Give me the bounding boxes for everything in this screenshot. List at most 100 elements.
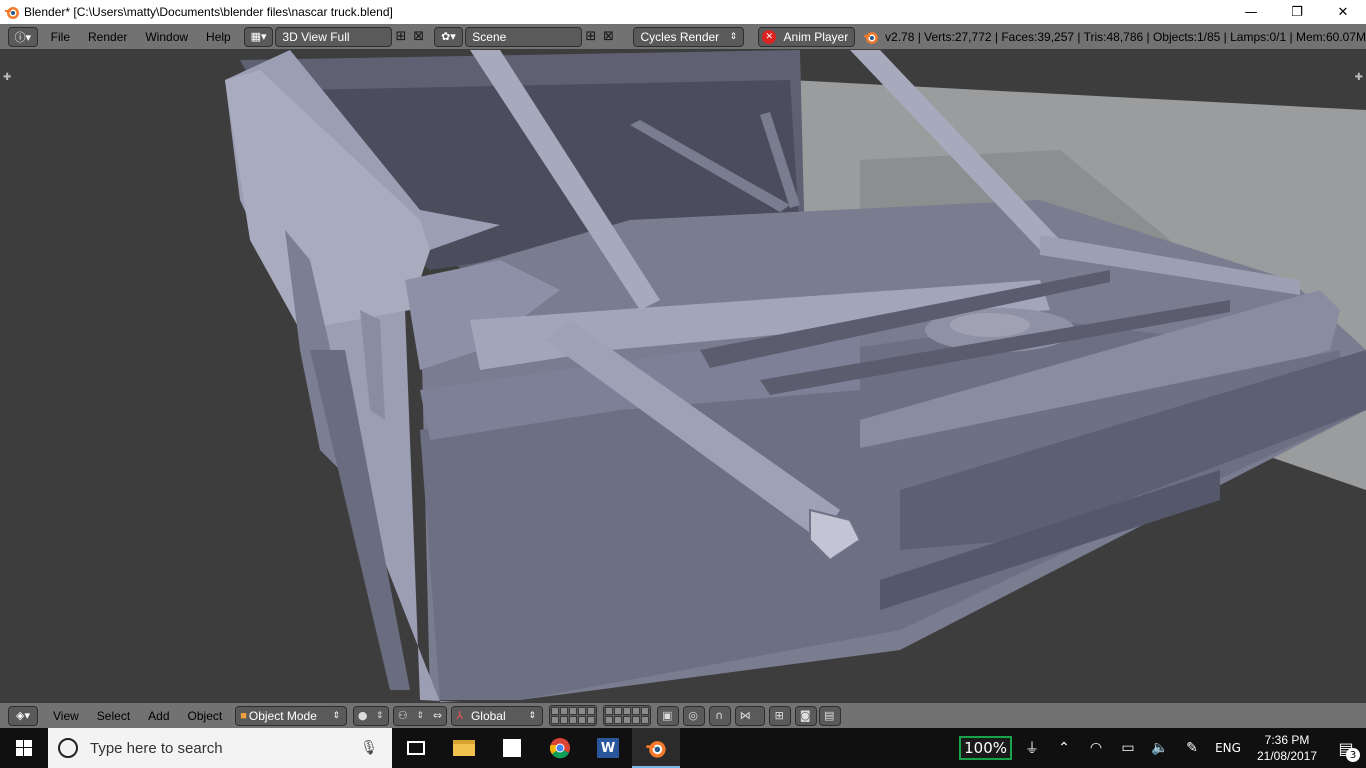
action-center-button[interactable]: ▤ 3 xyxy=(1326,728,1366,768)
volume-icon[interactable]: 🔈 xyxy=(1144,728,1176,768)
layer-button[interactable] xyxy=(569,707,578,715)
snap-element-dropdown[interactable]: ⋈ xyxy=(735,705,766,726)
menu-add[interactable]: Add xyxy=(139,709,178,723)
layer-button[interactable] xyxy=(641,707,650,715)
menu-window[interactable]: Window xyxy=(136,30,197,44)
layer-button[interactable] xyxy=(614,707,623,715)
layer-button[interactable] xyxy=(632,716,641,724)
transform-axis-icon: ⅄ xyxy=(456,710,463,722)
language-indicator[interactable]: ENG xyxy=(1208,728,1248,768)
info-header: ⓘ▾ File Render Window Help ▦▾ 3D View Fu… xyxy=(0,24,1366,50)
minimize-button[interactable]: — xyxy=(1228,0,1274,24)
layer-button[interactable] xyxy=(560,707,569,715)
lock-icon: ▣ xyxy=(662,709,673,722)
taskbar-search-box[interactable]: Type here to search 🎙 xyxy=(48,728,392,768)
layer-button[interactable] xyxy=(578,716,587,724)
dropdown-arrow-icon: ⇕ xyxy=(332,710,341,720)
battery-percentage[interactable]: 100% xyxy=(959,736,1012,760)
start-button[interactable] xyxy=(0,728,48,768)
screen-layout-field[interactable]: 3D View Full xyxy=(275,26,393,47)
pivot-icon: ⚇ xyxy=(397,709,408,722)
scene-field[interactable]: Scene xyxy=(465,26,582,47)
remove-screen-icon[interactable]: ⊠ xyxy=(410,28,428,46)
add-scene-icon[interactable]: ⊞ xyxy=(582,28,600,46)
scene-layers-group-2[interactable] xyxy=(603,705,652,726)
editor-type-button[interactable]: ⓘ▾ xyxy=(8,26,38,47)
blender-logo-icon xyxy=(864,31,879,44)
layer-button[interactable] xyxy=(560,716,569,724)
dropdown-arrow-icon: ⇕ xyxy=(729,31,738,41)
manipulator-icon[interactable]: ⇔ xyxy=(429,707,446,725)
taskbar-store[interactable] xyxy=(488,728,536,768)
object-mode-icon: ■ xyxy=(240,709,247,722)
menu-select[interactable]: Select xyxy=(88,709,139,723)
layer-button[interactable] xyxy=(551,716,560,724)
truck-mesh-render xyxy=(225,50,1366,702)
3d-viewport[interactable]: ✚ ✚ xyxy=(0,50,1366,702)
dropdown-arrow-icon: ⇕ xyxy=(375,710,384,721)
render-engine-dropdown[interactable]: Cycles Render ⇕ xyxy=(633,26,745,47)
task-view-icon xyxy=(407,741,425,755)
viewport-corner-icon[interactable]: ✚ xyxy=(1355,72,1363,83)
layer-button[interactable] xyxy=(614,716,623,724)
add-screen-icon[interactable]: ⊞ xyxy=(392,28,410,46)
layer-button[interactable] xyxy=(632,707,641,715)
window-titlebar: Blender* [C:\Users\matty\Documents\blend… xyxy=(0,0,1366,24)
viewport-shading-dropdown[interactable]: ● ⇕ xyxy=(353,705,390,726)
blender-logo-icon xyxy=(646,741,666,758)
wifi-icon[interactable]: ◠ xyxy=(1080,728,1112,768)
layer-button[interactable] xyxy=(623,707,632,715)
task-view-button[interactable] xyxy=(392,728,440,768)
snap-toggle-button[interactable]: ∩ xyxy=(709,705,732,726)
taskbar-word[interactable]: W xyxy=(584,728,632,768)
microphone-icon[interactable]: 🎙 xyxy=(360,740,378,756)
taskbar-blender[interactable] xyxy=(632,728,680,768)
menu-file[interactable]: File xyxy=(42,30,79,44)
proportional-edit-button[interactable]: ◎ xyxy=(683,705,706,726)
transform-orientation-dropdown[interactable]: ⅄ Global ⇕ xyxy=(451,705,544,726)
taskbar-chrome[interactable] xyxy=(536,728,584,768)
menu-render[interactable]: Render xyxy=(79,30,136,44)
layer-button[interactable] xyxy=(551,707,560,715)
clock[interactable]: 7:36 PM 21/08/2017 xyxy=(1248,732,1326,764)
restore-button[interactable]: ❐ xyxy=(1274,0,1320,24)
layer-button[interactable] xyxy=(587,707,596,715)
show-hidden-icons-chevron-icon[interactable]: ⌃ xyxy=(1048,728,1080,768)
snap-target-button[interactable]: ⊞ xyxy=(769,705,792,726)
windows-logo-icon xyxy=(16,740,32,756)
clock-date: 21/08/2017 xyxy=(1256,749,1318,763)
taskbar-file-explorer[interactable] xyxy=(440,728,488,768)
layer-button[interactable] xyxy=(569,716,578,724)
3d-view-header: ◈▾ View Select Add Object ■ Object Mode … xyxy=(0,702,1366,728)
scene-layers-group-1[interactable] xyxy=(549,705,598,726)
pen-icon[interactable]: ✎ xyxy=(1176,728,1208,768)
power-plug-icon[interactable]: ⏚ xyxy=(1016,728,1048,768)
pivot-point-dropdown[interactable]: ⚇ ⇕ ⇔ xyxy=(393,705,448,726)
scene-icon: ✿▾ xyxy=(441,30,456,43)
editor-type-button[interactable]: ◈▾ xyxy=(8,705,38,726)
menu-object[interactable]: Object xyxy=(179,709,232,723)
layer-button[interactable] xyxy=(578,707,587,715)
battery-icon[interactable]: ▭ xyxy=(1112,728,1144,768)
close-button[interactable]: ✕ xyxy=(1320,0,1366,24)
remove-scene-icon[interactable]: ⊠ xyxy=(600,28,618,46)
layer-button[interactable] xyxy=(641,716,650,724)
blender-logo-icon xyxy=(5,7,19,19)
layer-button[interactable] xyxy=(605,707,614,715)
render-opengl-button[interactable]: ◙ xyxy=(795,705,818,726)
screen-layout-browse-button[interactable]: ▦▾ xyxy=(243,26,274,47)
render-animation-button[interactable]: ▤ xyxy=(819,705,842,726)
menu-view[interactable]: View xyxy=(44,709,88,723)
scene-browse-button[interactable]: ✿▾ xyxy=(433,26,464,47)
viewport-corner-icon[interactable]: ✚ xyxy=(3,72,11,83)
system-tray: 100% ⏚ ⌃ ◠ ▭ 🔈 ✎ ENG 7:36 PM 21/08/2017 … xyxy=(959,728,1366,768)
interaction-mode-dropdown[interactable]: ■ Object Mode ⇕ xyxy=(235,705,348,726)
layer-button[interactable] xyxy=(623,716,632,724)
layer-button[interactable] xyxy=(587,716,596,724)
menu-help[interactable]: Help xyxy=(197,30,240,44)
layer-button[interactable] xyxy=(605,716,614,724)
layer-lock-button[interactable]: ▣ xyxy=(657,705,680,726)
anim-player-button[interactable]: ✕ Anim Player xyxy=(758,26,856,47)
windows-taskbar: Type here to search 🎙 W 100% ⏚ ⌃ ◠ ▭ 🔈 ✎… xyxy=(0,728,1366,768)
scene-stats: v2.78 | Verts:27,772 | Faces:39,257 | Tr… xyxy=(885,29,1366,44)
